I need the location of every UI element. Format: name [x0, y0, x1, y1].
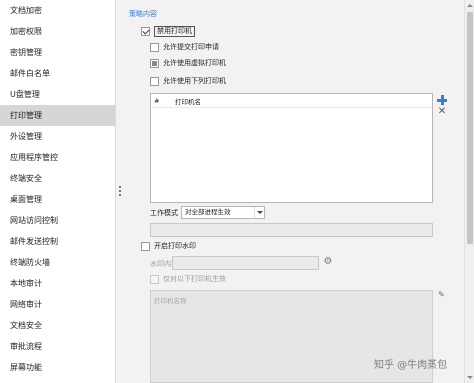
scroll-up-arrow-icon[interactable]	[466, 2, 474, 10]
sidebar-item-label: 邮件白名单	[10, 69, 50, 78]
enable-watermark-option[interactable]: 开启打印水印	[141, 241, 196, 251]
scroll-thumb[interactable]	[467, 12, 473, 244]
printer-table-header: # 打印机名	[151, 94, 432, 108]
watermark-only-listed-option[interactable]: 仅对以下打印机生效	[150, 274, 226, 284]
allow-submit-request-option[interactable]: 允许提交打印申请	[150, 42, 219, 52]
sidebar-item-endpoint-firewall[interactable]: 终端防火墙	[0, 252, 115, 273]
sidebar-item-print-management[interactable]: 打印管理	[0, 105, 115, 126]
gear-icon: ⚙	[323, 256, 333, 267]
work-mode-value: 对全部进程生效	[185, 208, 231, 216]
sidebar-item-label: 终端防火墙	[10, 258, 50, 267]
allow-listed-printers-option[interactable]: 允许使用下列打印机	[150, 76, 226, 86]
sidebar-item-label: 屏幕功能	[10, 363, 42, 372]
delete-printer-button[interactable]: ✕	[437, 107, 447, 117]
column-header-printer-name[interactable]: 打印机名	[173, 96, 201, 106]
sidebar-item-approval-flow[interactable]: 审批流程	[0, 336, 115, 357]
printer-table[interactable]: # 打印机名	[150, 93, 433, 203]
sidebar-item-label: 本地审计	[10, 279, 42, 288]
sidebar-item-label: 终端安全	[10, 174, 42, 183]
watermark-only-listed-checkbox[interactable]	[150, 274, 159, 284]
watermark-only-listed-label: 仅对以下打印机生效	[163, 275, 226, 283]
sidebar-item-usb-management[interactable]: U盘管理	[0, 84, 115, 105]
sidebar-item-desktop-management[interactable]: 桌面管理	[0, 189, 115, 210]
sidebar: 文档加密 加密权限 密钥管理 邮件白名单 U盘管理 打印管理 外设管理 应用程序…	[0, 0, 116, 383]
allow-listed-printers-label: 允许使用下列打印机	[163, 77, 226, 85]
column-header-index[interactable]: #	[151, 97, 173, 105]
sidebar-item-label: 外设管理	[10, 132, 42, 141]
splitter-grip-icon[interactable]	[119, 186, 121, 198]
enable-watermark-checkbox[interactable]	[141, 241, 150, 251]
disable-printer-label: 禁用打印机	[154, 26, 195, 37]
watermark-content-input[interactable]	[172, 256, 319, 270]
work-mode-description-field	[150, 223, 433, 237]
allow-virtual-printer-checkbox[interactable]	[150, 58, 159, 68]
edit-watermark-printers-button[interactable]: ✎	[438, 291, 446, 299]
sidebar-item-label: 网络审计	[10, 300, 42, 309]
sidebar-splitter[interactable]	[116, 0, 124, 383]
sidebar-item-encryption-permissions[interactable]: 加密权限	[0, 21, 115, 42]
sidebar-item-app-control[interactable]: 应用程序管控	[0, 147, 115, 168]
policy-panel: 策略内容 禁用打印机 允许提交打印申请 允许使用虚拟打印机 允许使用下列打印机 …	[124, 0, 464, 383]
allow-virtual-printer-label: 允许使用虚拟打印机	[163, 59, 226, 67]
scroll-down-arrow-icon[interactable]	[466, 373, 474, 381]
close-icon: ✕	[437, 106, 447, 117]
sidebar-item-label: 应用程序管控	[10, 153, 58, 162]
sidebar-item-email-whitelist[interactable]: 邮件白名单	[0, 63, 115, 84]
sidebar-item-label: 网站访问控制	[10, 216, 58, 225]
watermark-settings-button[interactable]: ⚙	[323, 257, 333, 267]
sidebar-item-document-security[interactable]: 文档安全	[0, 315, 115, 336]
sidebar-item-label: 加密权限	[10, 27, 42, 36]
sidebar-item-endpoint-security[interactable]: 终端安全	[0, 168, 115, 189]
sidebar-item-label: 文档加密	[10, 6, 42, 15]
watermark-printer-placeholder: 打印机名称	[154, 297, 187, 305]
allow-virtual-printer-option[interactable]: 允许使用虚拟打印机	[150, 58, 226, 68]
sidebar-item-key-management[interactable]: 密钥管理	[0, 42, 115, 63]
sidebar-item-web-access-control[interactable]: 网站访问控制	[0, 210, 115, 231]
zhihu-watermark: 知乎 @牛肉蒸包	[374, 360, 448, 371]
sidebar-item-label: 密钥管理	[10, 48, 42, 57]
sidebar-item-peripheral-management[interactable]: 外设管理	[0, 126, 115, 147]
sidebar-item-label: 文档安全	[10, 321, 42, 330]
add-printer-button[interactable]	[437, 95, 447, 105]
chevron-down-icon[interactable]	[254, 207, 264, 218]
sidebar-item-local-audit[interactable]: 本地审计	[0, 273, 115, 294]
allow-submit-request-checkbox[interactable]	[150, 42, 159, 52]
allow-listed-printers-checkbox[interactable]	[150, 76, 159, 86]
sidebar-item-email-send-control[interactable]: 邮件发送控制	[0, 231, 115, 252]
sidebar-item-label: 桌面管理	[10, 195, 42, 204]
pencil-icon: ✎	[438, 290, 445, 299]
sidebar-item-label: 打印管理	[10, 111, 42, 120]
sidebar-item-label: U盘管理	[10, 90, 40, 99]
sidebar-item-network-audit[interactable]: 网络审计	[0, 294, 115, 315]
disable-printer-option[interactable]: 禁用打印机	[141, 26, 195, 37]
disable-printer-checkbox[interactable]	[141, 27, 150, 36]
section-title: 策略内容	[129, 10, 157, 18]
work-mode-label: 工作模式	[150, 209, 178, 217]
sidebar-item-doc-encryption[interactable]: 文档加密	[0, 0, 115, 21]
allow-submit-request-label: 允许提交打印申请	[163, 43, 219, 51]
sidebar-item-label: 审批流程	[10, 342, 42, 351]
enable-watermark-label: 开启打印水印	[154, 242, 196, 250]
work-mode-select[interactable]: 对全部进程生效	[181, 206, 265, 219]
vertical-scrollbar[interactable]	[464, 0, 474, 383]
sidebar-item-screen-functions[interactable]: 屏幕功能	[0, 357, 115, 378]
sidebar-item-label: 邮件发送控制	[10, 237, 58, 246]
